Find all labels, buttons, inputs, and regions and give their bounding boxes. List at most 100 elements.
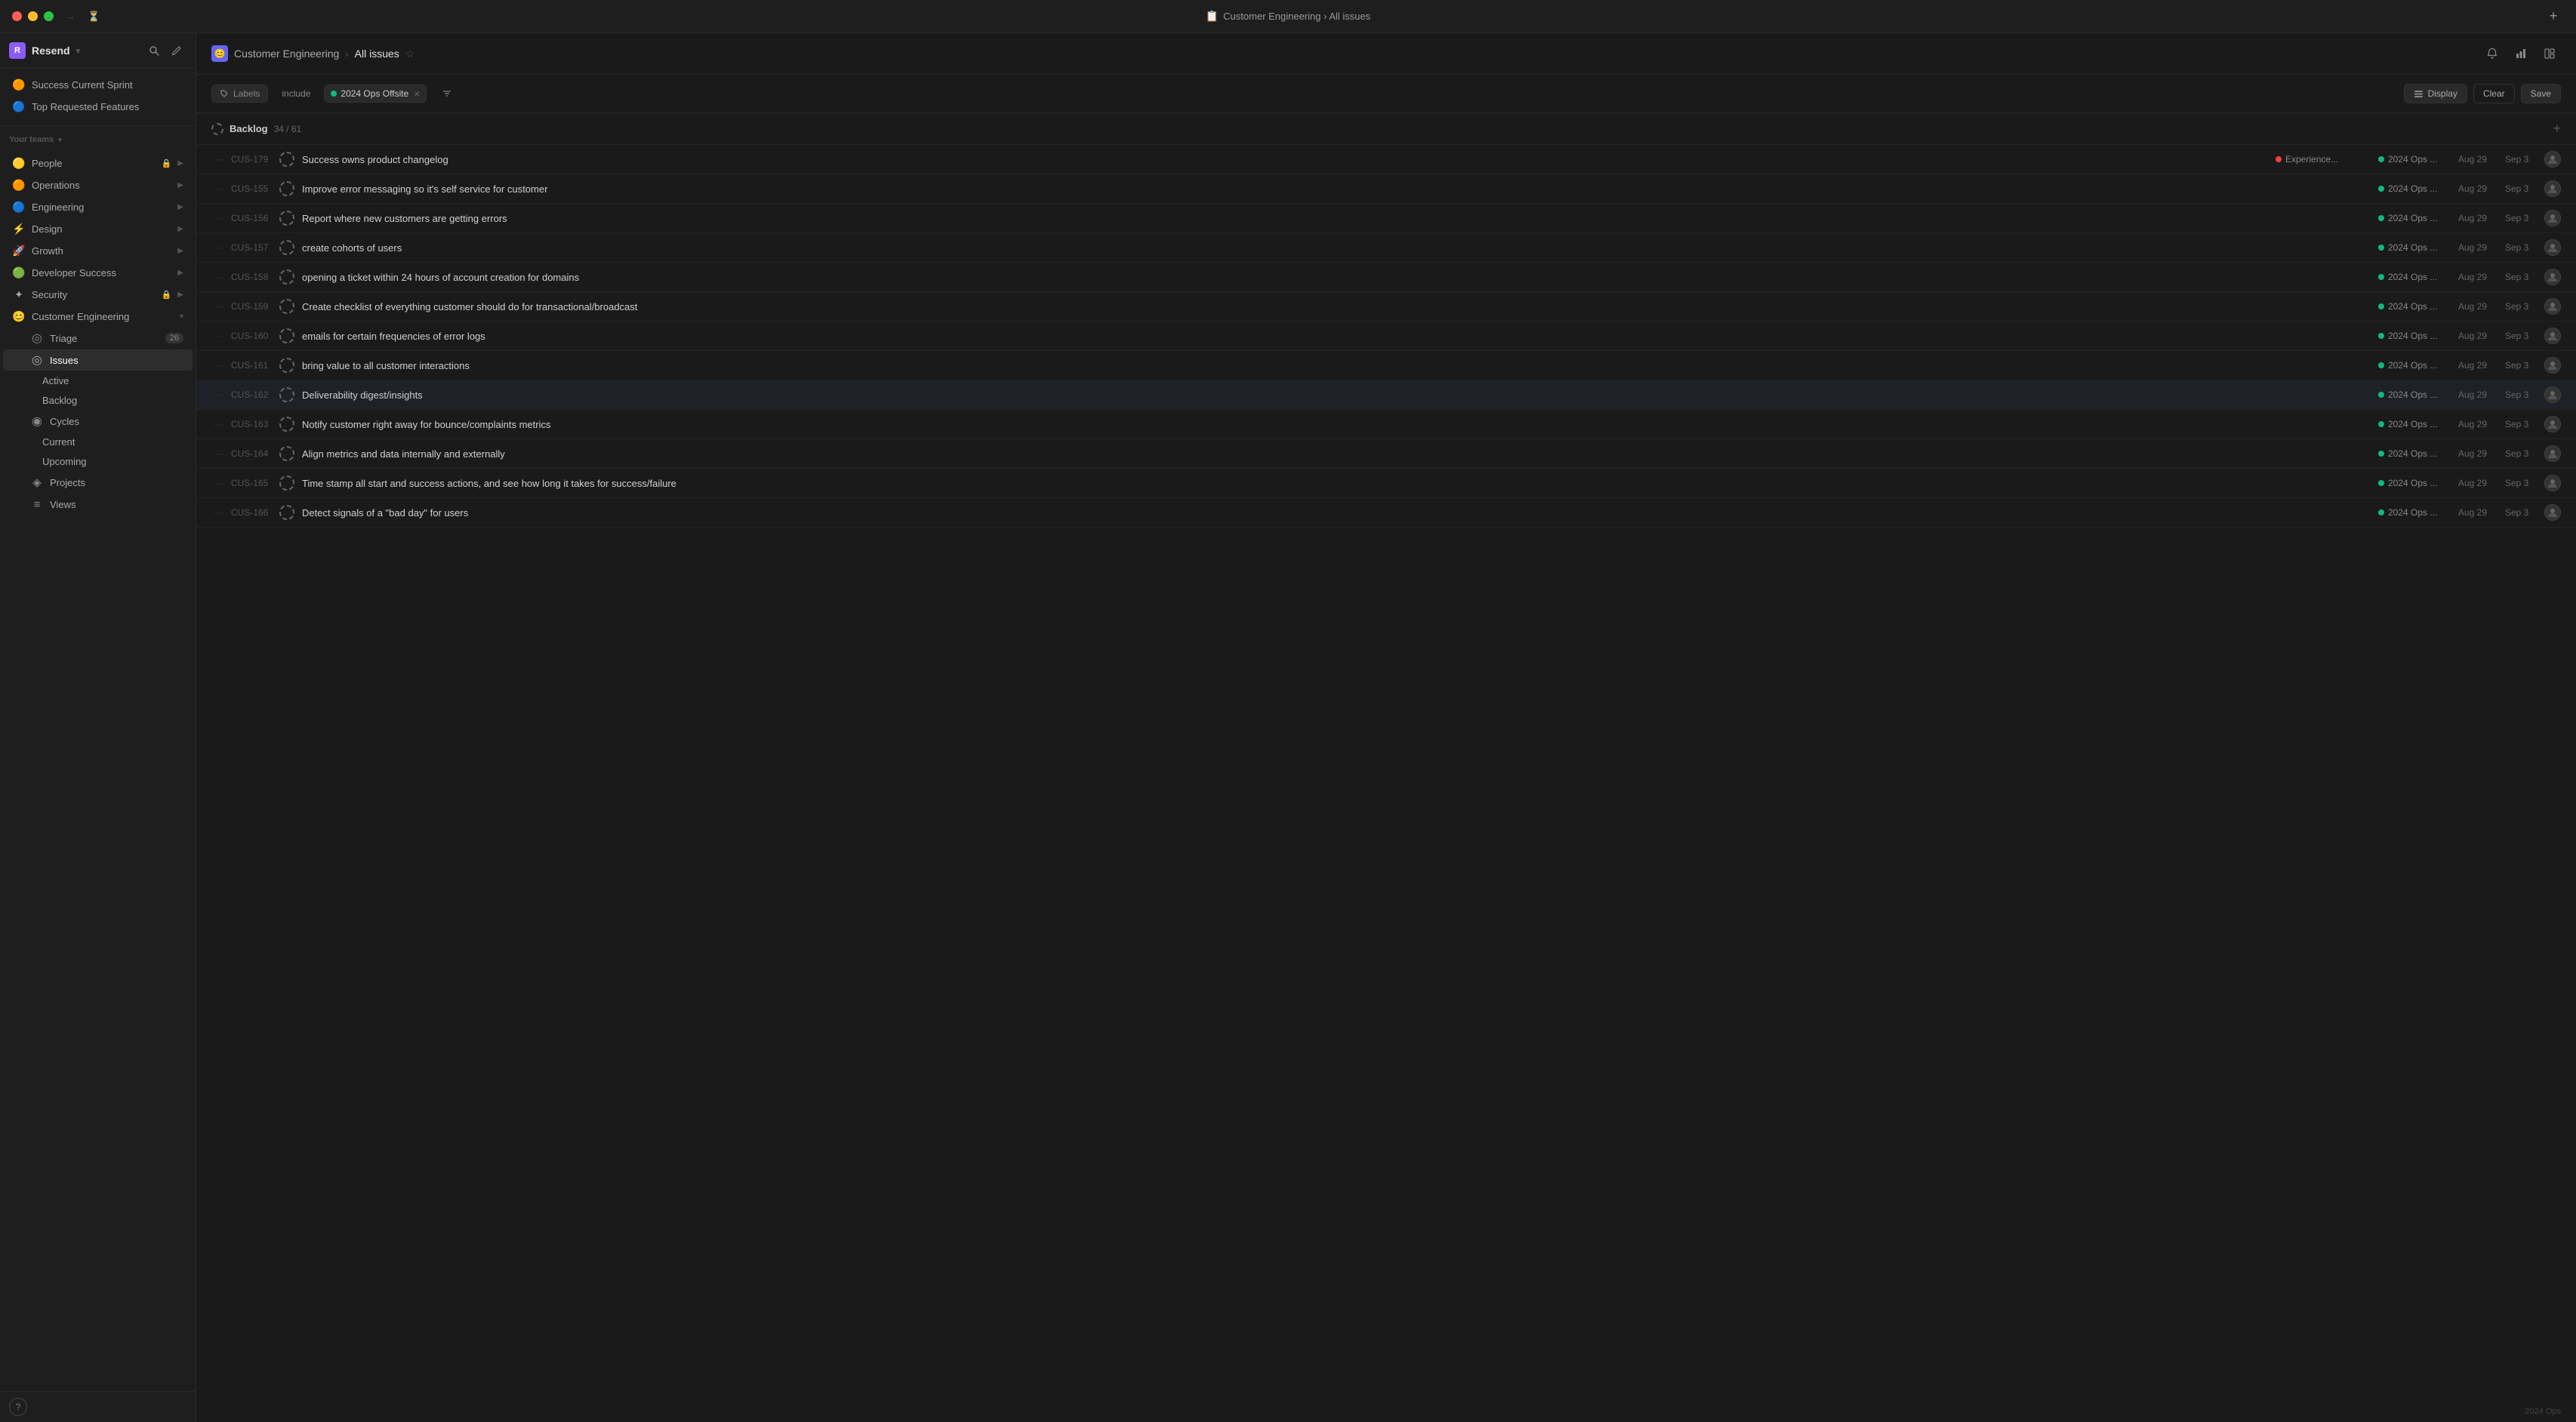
table-row[interactable]: ··· CUS-158 opening a ticket within 24 h… [196, 263, 2576, 292]
forward-button[interactable]: → [66, 11, 75, 22]
table-row[interactable]: ··· CUS-160 emails for certain frequenci… [196, 322, 2576, 351]
favorite-button[interactable]: ☆ [405, 48, 415, 60]
team-icon: 😊 [211, 45, 228, 62]
sidebar-bottom: ? [0, 1391, 196, 1422]
cycle-dot [2378, 274, 2384, 280]
drag-handle: ··· [211, 507, 226, 518]
label-icon [220, 89, 229, 98]
notifications-button[interactable] [2481, 42, 2504, 65]
sidebar-item-design[interactable]: ⚡ Design ▶ [3, 218, 193, 239]
sidebar-item-current[interactable]: Current [3, 432, 193, 451]
sidebar-item-engineering[interactable]: 🔵 Engineering ▶ [3, 196, 193, 217]
issue-start-date: Aug 29 [2458, 478, 2496, 488]
clear-filter-button[interactable]: Clear [2473, 84, 2515, 103]
sidebar-item-customer-engineering[interactable]: 😊 Customer Engineering ▾ [3, 306, 193, 327]
table-row[interactable]: ··· CUS-163 Notify customer right away f… [196, 410, 2576, 439]
filter-tag-2024ops[interactable]: 2024 Ops Offsite × [324, 85, 427, 103]
close-window-button[interactable] [12, 11, 22, 21]
help-button[interactable]: ? [9, 1398, 27, 1416]
sidebar-item-triage[interactable]: ◎ Triage 26 [3, 328, 193, 349]
sidebar-item-backlog[interactable]: Backlog [3, 391, 193, 410]
quick-links-section: 🟠 Success Current Sprint 🔵 Top Requested… [0, 69, 196, 122]
cycle-text: 2024 Ops ... [2388, 242, 2437, 253]
sidebar-item-success-sprint[interactable]: 🟠 Success Current Sprint [3, 74, 193, 95]
issue-cycle: 2024 Ops ... [2378, 448, 2446, 459]
cycle-text: 2024 Ops ... [2388, 154, 2437, 165]
table-row[interactable]: ··· CUS-179 Success owns product changel… [196, 145, 2576, 174]
sidebar-item-operations[interactable]: 🟠 Operations ▶ [3, 174, 193, 195]
issue-title: bring value to all customer interactions [302, 360, 2276, 371]
sidebar-item-developer-success[interactable]: 🟢 Developer Success ▶ [3, 262, 193, 283]
chevron-right-icon: ▶ [177, 247, 183, 255]
add-issue-button[interactable]: + [2553, 121, 2561, 137]
issue-start-date: Aug 29 [2458, 419, 2496, 429]
analytics-button[interactable] [2510, 42, 2532, 65]
sidebar-item-top-requested[interactable]: 🔵 Top Requested Features [3, 96, 193, 117]
sidebar-item-cycles[interactable]: ◉ Cycles [3, 411, 193, 432]
window-title: 📋 Customer Engineering › All issues [1206, 10, 1371, 23]
display-button[interactable]: Display [2404, 84, 2467, 103]
issue-start-date: Aug 29 [2458, 213, 2496, 223]
table-row[interactable]: ··· CUS-157 create cohorts of users 2024… [196, 233, 2576, 263]
remove-filter-button[interactable]: × [414, 88, 420, 100]
user-avatar-icon [2547, 507, 2558, 518]
backlog-section-header[interactable]: Backlog 34 / 61 + [196, 113, 2576, 145]
labels-filter-button[interactable]: Labels [211, 85, 268, 103]
table-row[interactable]: ··· CUS-165 Time stamp all start and suc… [196, 469, 2576, 498]
save-filter-button[interactable]: Save [2521, 84, 2561, 103]
back-button[interactable]: ← [45, 11, 55, 22]
cycle-dot [2378, 333, 2384, 339]
brand[interactable]: R Resend ▾ [9, 42, 80, 59]
issue-id: CUS-155 [231, 183, 279, 194]
avatar [2544, 269, 2561, 285]
customer-engineering-icon: 😊 [12, 309, 26, 323]
user-avatar-icon [2547, 478, 2558, 488]
layout-button[interactable] [2538, 42, 2561, 65]
sidebar-item-security[interactable]: ✦ Security 🔒 ▶ [3, 284, 193, 305]
sidebar-item-projects[interactable]: ◈ Projects [3, 472, 193, 493]
issue-cycle: 2024 Ops ... [2378, 213, 2446, 223]
sidebar-item-active[interactable]: Active [3, 371, 193, 390]
table-row[interactable]: ··· CUS-155 Improve error messaging so i… [196, 174, 2576, 204]
sidebar-item-issues[interactable]: ◎ Issues [3, 349, 193, 371]
status-icon [279, 181, 294, 196]
sidebar-item-people[interactable]: 🟡 People 🔒 ▶ [3, 152, 193, 174]
search-icon [149, 45, 159, 56]
minimize-window-button[interactable] [28, 11, 38, 21]
compose-button[interactable] [167, 41, 186, 60]
history-button[interactable]: ⏳ [88, 11, 100, 23]
avatar [2544, 210, 2561, 226]
issue-start-date: Aug 29 [2458, 242, 2496, 253]
issue-id: CUS-166 [231, 507, 279, 518]
table-row[interactable]: ··· CUS-164 Align metrics and data inter… [196, 439, 2576, 469]
table-row[interactable]: ··· CUS-166 Detect signals of a "bad day… [196, 498, 2576, 528]
bar-chart-icon [2515, 48, 2527, 60]
titlebar-actions: + [2543, 6, 2564, 27]
cycle-text: 2024 Ops ... [2388, 389, 2437, 400]
issue-title: Report where new customers are getting e… [302, 213, 2276, 224]
issue-cycle: 2024 Ops ... [2378, 389, 2446, 400]
issue-cycle: 2024 Ops ... [2378, 331, 2446, 341]
sidebar-item-upcoming[interactable]: Upcoming [3, 452, 193, 471]
triage-icon: ◎ [30, 331, 44, 345]
cycle-text: 2024 Ops ... [2388, 419, 2437, 429]
table-row[interactable]: ··· CUS-161 bring value to all customer … [196, 351, 2576, 380]
filter-options-button[interactable] [436, 82, 458, 105]
table-row[interactable]: ··· CUS-156 Report where new customers a… [196, 204, 2576, 233]
filter-bar: Labels include 2024 Ops Offsite × [196, 75, 2576, 113]
sidebar-item-growth[interactable]: 🚀 Growth ▶ [3, 240, 193, 261]
table-row[interactable]: ··· CUS-162 Deliverability digest/insigh… [196, 380, 2576, 410]
teams-section-label[interactable]: Your teams ▾ [0, 129, 196, 147]
issue-id: CUS-157 [231, 242, 279, 253]
sidebar-item-views[interactable]: ≡ Views [3, 494, 193, 515]
avatar [2544, 386, 2561, 403]
table-row[interactable]: ··· CUS-159 Create checklist of everythi… [196, 292, 2576, 322]
cycle-dot [2378, 362, 2384, 368]
search-button[interactable] [144, 41, 164, 60]
bell-icon [2486, 48, 2498, 60]
developer-success-icon: 🟢 [12, 266, 26, 279]
issue-cycle: 2024 Ops ... [2378, 360, 2446, 371]
include-filter-button[interactable]: include [274, 85, 318, 102]
new-item-button[interactable]: + [2543, 6, 2564, 27]
issue-title: Detect signals of a "bad day" for users [302, 507, 2276, 519]
